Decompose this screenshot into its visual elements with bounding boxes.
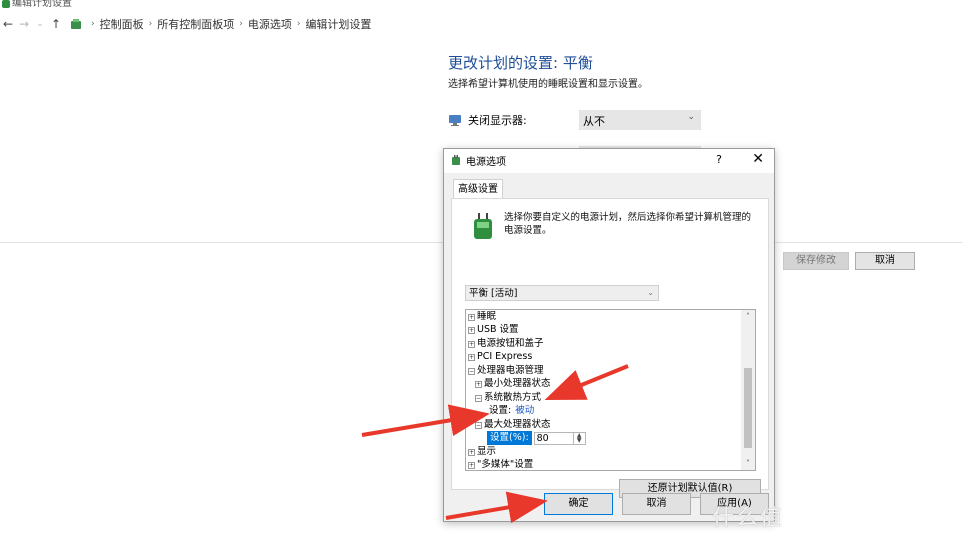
breadcrumb-control-panel[interactable]: 控制面板 [100,16,144,32]
spinner-arrows-icon[interactable]: ▲ ▼ [573,431,586,445]
chevron-down-icon: ⌄ [647,288,654,297]
tree-item-display[interactable]: + 显示 [468,445,496,459]
settings-tree: + 睡眠 + USB 设置 + 电源按钮和盖子 + PCI Express − 处理器电源… [465,309,756,471]
intro-text: 选择你要自定义的电源计划，然后选择你希望计算机管理的电源设置。 [504,212,752,236]
advanced-settings-panel: 选择你要自定义的电源计划，然后选择你希望计算机管理的电源设置。 平衡 [活动] … [451,198,769,498]
display-off-value: 从不 [583,115,605,128]
tree-item-sleep[interactable]: + 睡眠 [468,310,496,324]
tree-label: "多媒体"设置 [477,459,534,470]
forward-arrow-icon[interactable]: → [16,17,32,31]
display-off-row: 关闭显示器: [448,110,527,130]
monitor-icon [449,115,461,126]
dialog-cancel-button[interactable]: 取消 [622,493,691,515]
tree-item-max-cpu[interactable]: − 最大处理器状态 [475,418,551,432]
tree-item-multimedia[interactable]: + "多媒体"设置 [468,458,534,470]
tree-label: 系统散热方式 [484,392,542,403]
back-arrow-icon[interactable]: ← [0,17,16,31]
dialog-title: 电源选项 [466,156,506,168]
power-options-icon [2,0,10,8]
tree-label: 睡眠 [477,311,497,322]
breadcrumb-edit-plan[interactable]: 编辑计划设置 [305,16,371,32]
control-panel-icon [71,19,81,29]
collapse-minus-icon[interactable]: − [475,421,482,429]
page-subtitle: 选择希望计算机使用的睡眠设置和显示设置。 [448,79,648,90]
power-plug-icon [452,155,460,165]
breadcrumb-all-items[interactable]: 所有控制面板项 [157,16,234,32]
plan-select[interactable]: 平衡 [活动] ⌄ [465,285,659,301]
up-arrow-icon[interactable]: ↑ [48,17,64,31]
page-title: 更改计划的设置: 平衡 [448,54,593,72]
window-title: 编辑计划设置 [12,0,72,9]
cancel-button[interactable]: 取消 [855,252,915,270]
close-icon[interactable]: ✕ [752,151,764,167]
expand-plus-icon[interactable]: + [468,448,475,456]
collapse-minus-icon[interactable]: − [475,394,482,402]
plan-select-value: 平衡 [活动] [469,288,518,299]
cooling-setting-link[interactable]: 被动 [515,404,534,418]
scroll-down-icon[interactable]: ˅ [741,459,755,468]
display-off-select[interactable]: 从不 ⌄ [579,110,701,130]
expand-plus-icon[interactable]: + [475,380,482,388]
max-cpu-percent-input[interactable]: 80 [533,431,574,445]
tree-label: 电源按钮和盖子 [477,338,544,349]
scroll-thumb[interactable] [744,368,752,448]
expand-plus-icon[interactable]: + [468,461,475,469]
breadcrumb-separator-icon: › [239,19,243,29]
breadcrumb-separator-icon: › [296,19,301,29]
tree-label: 最大处理器状态 [484,419,551,430]
tree-label: PCI Express [477,351,533,362]
tree-scrollbar[interactable]: ˄ ˅ [741,310,755,470]
dialog-body: 高级设置 选择你要自定义的电源计划，然后选择你希望计算机管理的电源设置。 平衡 … [444,173,774,521]
ok-button[interactable]: 确定 [544,493,613,515]
scroll-up-icon[interactable]: ˄ [741,312,755,321]
power-options-dialog: 电源选项 ? ✕ 高级设置 选择你要自定义的电源计划，然后选择你希望计算机管理的… [443,148,775,522]
expand-plus-icon[interactable]: + [468,326,475,334]
tree-label: 处理器电源管理 [477,365,544,376]
tree-item-cpu-mgmt[interactable]: − 处理器电源管理 [468,364,544,378]
save-changes-button[interactable]: 保存修改 [783,252,849,270]
help-icon[interactable]: ? [716,153,722,166]
collapse-minus-icon[interactable]: − [468,367,475,375]
breadcrumb-power-options[interactable]: 电源选项 [248,16,292,32]
tree-label: 最小处理器状态 [484,378,551,389]
tree-item-min-cpu[interactable]: + 最小处理器状态 [475,377,551,391]
breadcrumb-separator-icon: › [91,19,95,29]
tree-item-pci[interactable]: + PCI Express [468,350,532,364]
recent-dropdown-icon[interactable]: ⌄ [32,19,48,29]
chevron-down-icon: ⌄ [687,112,695,122]
expand-plus-icon[interactable]: + [468,313,475,321]
tree-item-cooling[interactable]: − 系统散热方式 [475,391,541,405]
tree-label: 显示 [477,446,497,457]
power-plan-icon [474,213,492,239]
expand-plus-icon[interactable]: + [468,340,475,348]
max-cpu-setting-label: 设置(%): [487,431,532,445]
watermark: 什么值 [712,506,785,531]
address-bar: ← → ⌄ ↑ › 控制面板 › 所有控制面板项 › 电源选项 › 编辑计划设置 [0,14,963,34]
tree-item-usb[interactable]: + USB 设置 [468,323,519,337]
tab-advanced-settings[interactable]: 高级设置 [453,179,503,199]
breadcrumb-separator-icon: › [148,19,153,29]
setting-label: 设置: [489,405,512,416]
tree-item-max-cpu-setting: 设置(%): 80 ▲ ▼ [487,431,586,445]
dialog-title-bar: 电源选项 [444,149,774,171]
tree-label: USB 设置 [477,324,519,335]
window-title-bar: 编辑计划设置 [0,0,963,12]
tree-item-power-buttons[interactable]: + 电源按钮和盖子 [468,337,544,351]
tree-item-cooling-setting: 设置: 被动 [489,404,534,418]
expand-plus-icon[interactable]: + [468,353,475,361]
display-off-label: 关闭显示器: [468,114,527,127]
